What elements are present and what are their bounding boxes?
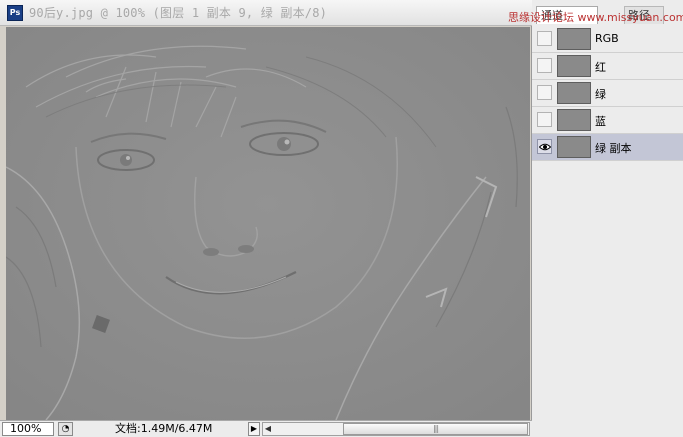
channel-row-red[interactable]: 红	[532, 53, 683, 80]
channel-row-rgb[interactable]: RGB	[532, 26, 683, 53]
image-canvas[interactable]	[6, 27, 530, 420]
document-title: 90后y.jpg @ 100% (图层 1 副本 9, 绿 副本/8)	[29, 6, 328, 20]
channel-label: 蓝	[595, 115, 606, 128]
document-size-info: 文档:1.49M/6.47M	[115, 422, 213, 435]
channels-panel: 通道 路径 RGB 红 绿 蓝 绿 副本	[532, 0, 683, 437]
eye-icon	[539, 143, 551, 151]
visibility-toggle[interactable]	[537, 58, 552, 73]
channel-label: 绿 副本	[595, 142, 632, 155]
site-watermark: 思缘设计论坛 www.missyuan.com	[508, 11, 683, 24]
photoshop-icon-text: Ps	[9, 8, 21, 17]
visibility-toggle[interactable]	[537, 139, 552, 154]
channel-list: RGB 红 绿 蓝 绿 副本	[532, 26, 683, 161]
horizontal-scrollbar[interactable]: ◀ |||	[262, 422, 530, 436]
high-pass-face-image	[6, 27, 530, 420]
photoshop-icon: Ps	[7, 5, 23, 21]
visibility-toggle[interactable]	[537, 85, 552, 100]
zoom-level-field[interactable]: 100%	[2, 422, 54, 436]
channel-thumbnail	[557, 109, 591, 131]
channel-row-green[interactable]: 绿	[532, 80, 683, 107]
visibility-toggle[interactable]	[537, 112, 552, 127]
channel-thumbnail	[557, 55, 591, 77]
channel-thumbnail	[557, 28, 591, 50]
channel-label: 红	[595, 61, 606, 74]
visibility-toggle[interactable]	[537, 31, 552, 46]
channel-thumbnail	[557, 82, 591, 104]
document-titlebar[interactable]: Ps 90后y.jpg @ 100% (图层 1 副本 9, 绿 副本/8)	[0, 0, 532, 26]
channel-row-blue[interactable]: 蓝	[532, 107, 683, 134]
status-bar: 100% ◔ 文档:1.49M/6.47M ▶ ◀ |||	[0, 420, 532, 437]
channel-row-green-copy[interactable]: 绿 副本	[532, 134, 683, 161]
scroll-left-arrow-icon[interactable]: ◀	[263, 423, 273, 435]
document-window: Ps 90后y.jpg @ 100% (图层 1 副本 9, 绿 副本/8) 1…	[0, 0, 532, 437]
horizontal-scroll-thumb[interactable]: |||	[343, 423, 528, 435]
channel-label: RGB	[595, 32, 619, 45]
status-info-arrow-icon[interactable]: ▶	[248, 422, 260, 436]
status-menu-icon[interactable]: ◔	[58, 422, 73, 436]
channel-label: 绿	[595, 88, 606, 101]
channel-thumbnail	[557, 136, 591, 158]
